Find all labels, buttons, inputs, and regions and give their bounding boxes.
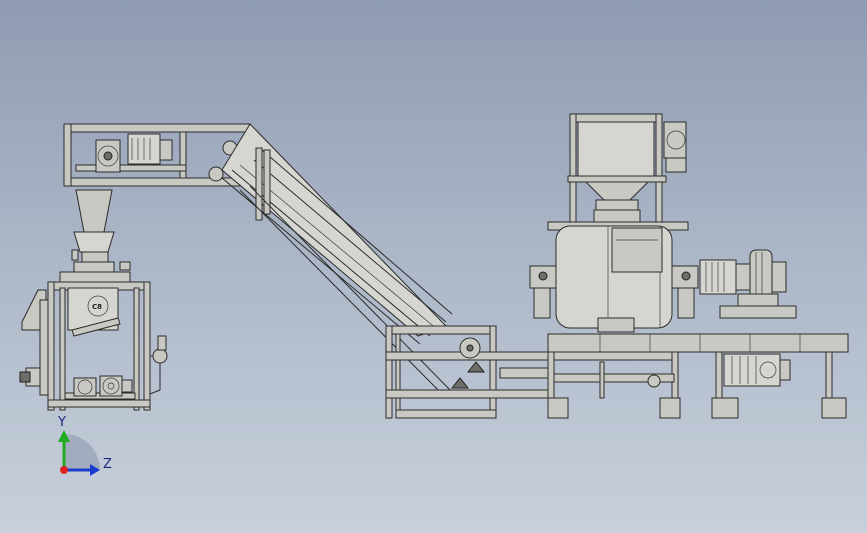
- mixer-plate-label: C8: [92, 303, 102, 311]
- mixer-platform: [547, 333, 849, 419]
- conveyor-base-frame: [385, 325, 555, 419]
- z-axis-label: Z: [103, 457, 112, 472]
- assembly-drawing: C8 Y Z: [19, 113, 849, 476]
- discharge-cone: [71, 189, 131, 271]
- coordinate-triad: [58, 430, 100, 476]
- mixer-drive: [699, 249, 797, 319]
- cad-viewport[interactable]: C8 Y Z: [0, 0, 867, 533]
- ribbon-mixer: [529, 221, 699, 333]
- feed-hopper: [567, 113, 687, 225]
- origin-point: [60, 466, 68, 474]
- y-axis-label: Y: [57, 415, 66, 430]
- packing-machine: C8: [19, 261, 168, 411]
